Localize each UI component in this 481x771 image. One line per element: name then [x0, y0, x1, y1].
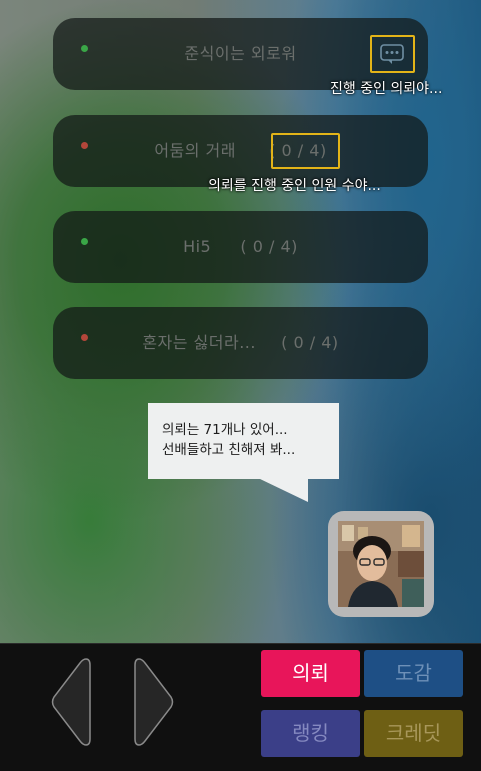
npc-avatar[interactable] — [328, 511, 434, 617]
speech-line-1: 의뢰는 71개나 있어... — [162, 422, 288, 438]
tutorial-note-participants: 의뢰를 진행 중인 인원 수야... — [208, 178, 381, 194]
ranking-button[interactable]: 랭킹 — [261, 710, 360, 757]
chevron-right-icon[interactable] — [133, 655, 175, 749]
collection-button[interactable]: 도감 — [364, 650, 463, 697]
chevron-left-icon[interactable] — [50, 655, 92, 749]
request-button[interactable]: 의뢰 — [261, 650, 360, 697]
quest-title: 어둠의 거래 — [154, 141, 236, 160]
speech-bubble: 의뢰는 71개나 있어... 선배들하고 친해져 봐... — [148, 403, 339, 479]
quest-title: 준식이는 외로워 — [184, 44, 297, 63]
quest-title: 혼자는 싫더라... — [142, 333, 256, 352]
progress-highlight — [271, 133, 340, 169]
credit-button[interactable]: 크레딧 — [364, 710, 463, 757]
tutorial-note-in-progress: 진행 중인 의뢰야... — [330, 81, 443, 97]
avatar-portrait — [338, 521, 424, 607]
quest-item-3[interactable]: Hi5 ( 0 / 4) — [53, 211, 428, 283]
quest-item-4[interactable]: 혼자는 싫더라... ( 0 / 4) — [53, 307, 428, 379]
chat-icon[interactable] — [380, 44, 404, 70]
speech-line-2: 선배들하고 친해져 봐... — [162, 442, 296, 458]
quest-progress: ( 0 / 4) — [281, 333, 339, 352]
quest-title: Hi5 — [183, 237, 212, 256]
quest-progress: ( 0 / 4) — [240, 237, 298, 256]
speech-bubble-tail — [258, 478, 308, 502]
